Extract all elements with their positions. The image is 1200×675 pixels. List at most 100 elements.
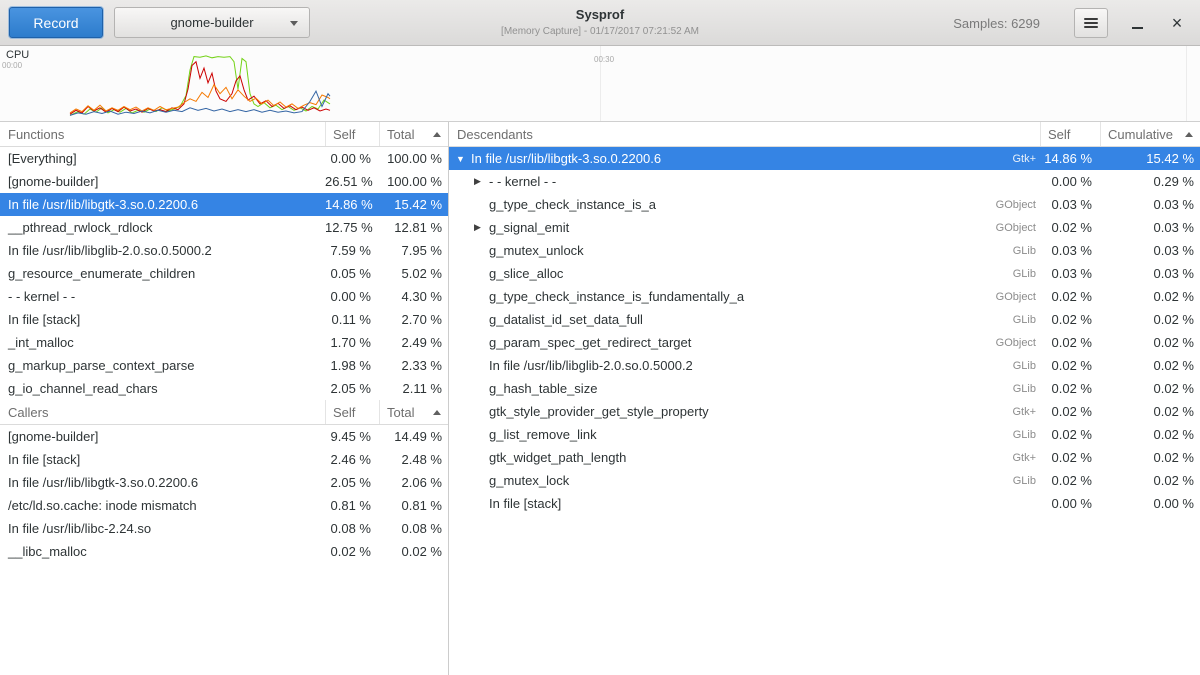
functions-row[interactable]: In file /usr/lib/libgtk-3.so.0.2200.614.… xyxy=(0,193,448,216)
function-name: g_mutex_unlock xyxy=(489,243,966,258)
function-name: - - kernel - - xyxy=(0,289,325,304)
expand-icon[interactable]: ▶ xyxy=(471,176,489,187)
total-value: 0.02 % xyxy=(379,544,448,559)
expand-icon[interactable]: ▶ xyxy=(471,222,489,233)
descendants-row[interactable]: In file /usr/lib/libglib-2.0.so.0.5000.2… xyxy=(449,354,1200,377)
function-name: g_hash_table_size xyxy=(489,381,966,396)
collapse-icon[interactable]: ▼ xyxy=(453,154,471,164)
callers-row[interactable]: __libc_malloc0.02 %0.02 % xyxy=(0,540,448,563)
functions-row[interactable]: - - kernel - -0.00 %4.30 % xyxy=(0,285,448,308)
self-value: 14.86 % xyxy=(1040,151,1100,166)
timeline-start-label: 00:00 xyxy=(2,61,22,70)
functions-row[interactable]: In file /usr/lib/libglib-2.0.so.0.5000.2… xyxy=(0,239,448,262)
cumulative-value: 0.02 % xyxy=(1100,427,1200,442)
callers-total-label: Total xyxy=(387,405,414,420)
cumulative-value: 0.29 % xyxy=(1100,174,1200,189)
cpu-timeline[interactable]: CPU 00:00 00:30 xyxy=(0,46,1200,122)
descendants-row[interactable]: In file [stack]0.00 %0.00 % xyxy=(449,492,1200,515)
cpu-label: CPU xyxy=(6,49,29,61)
total-value: 100.00 % xyxy=(379,174,448,189)
record-button[interactable]: Record xyxy=(9,7,103,38)
callers-row[interactable]: [gnome-builder]9.45 %14.49 % xyxy=(0,425,448,448)
callers-row[interactable]: In file /usr/lib/libgtk-3.so.0.2200.62.0… xyxy=(0,471,448,494)
callers-table: [gnome-builder]9.45 %14.49 %In file [sta… xyxy=(0,425,448,563)
functions-row[interactable]: __pthread_rwlock_rdlock12.75 %12.81 % xyxy=(0,216,448,239)
close-icon: × xyxy=(1172,14,1183,32)
total-value: 100.00 % xyxy=(379,151,448,166)
library-tag: GLib xyxy=(966,429,1040,441)
functions-row[interactable]: [gnome-builder]26.51 %100.00 % xyxy=(0,170,448,193)
descendants-row[interactable]: g_param_spec_get_redirect_targetGObject0… xyxy=(449,331,1200,354)
descendants-table: ▼In file /usr/lib/libgtk-3.so.0.2200.6Gt… xyxy=(449,147,1200,515)
sort-indicator-icon xyxy=(433,410,441,415)
descendants-self-column-header[interactable]: Self xyxy=(1040,122,1100,146)
process-selector-label: gnome-builder xyxy=(170,15,253,30)
function-name: g_datalist_id_set_data_full xyxy=(489,312,966,327)
callers-row[interactable]: /etc/ld.so.cache: inode mismatch0.81 %0.… xyxy=(0,494,448,517)
callers-row[interactable]: In file /usr/lib/libc-2.24.so0.08 %0.08 … xyxy=(0,517,448,540)
descendants-cumulative-column-header[interactable]: Cumulative xyxy=(1100,122,1200,146)
self-value: 0.02 % xyxy=(1040,358,1100,373)
menu-button[interactable] xyxy=(1074,8,1108,38)
close-button[interactable]: × xyxy=(1162,8,1192,38)
functions-row[interactable]: _int_malloc1.70 %2.49 % xyxy=(0,331,448,354)
callers-column-header[interactable]: Callers xyxy=(0,400,325,424)
samples-count: Samples: 6299 xyxy=(953,0,1040,46)
functions-column-header[interactable]: Functions xyxy=(0,122,325,146)
function-name: __libc_malloc xyxy=(0,544,325,559)
functions-self-column-header[interactable]: Self xyxy=(325,122,379,146)
cpu-red-line xyxy=(70,62,330,114)
functions-row[interactable]: g_resource_enumerate_children0.05 %5.02 … xyxy=(0,262,448,285)
cumulative-value: 0.02 % xyxy=(1100,289,1200,304)
minimize-button[interactable] xyxy=(1122,8,1152,38)
functions-row[interactable]: g_io_channel_read_chars2.05 %2.11 % xyxy=(0,377,448,400)
function-name: In file /usr/lib/libglib-2.0.so.0.5000.2 xyxy=(0,243,325,258)
descendants-row[interactable]: g_type_check_instance_is_fundamentally_a… xyxy=(449,285,1200,308)
self-value: 0.02 % xyxy=(1040,289,1100,304)
callers-self-column-header[interactable]: Self xyxy=(325,400,379,424)
descendants-row[interactable]: ▶- - kernel - -0.00 %0.29 % xyxy=(449,170,1200,193)
descendants-row[interactable]: ▶g_signal_emitGObject0.02 %0.03 % xyxy=(449,216,1200,239)
function-name: __pthread_rwlock_rdlock xyxy=(0,220,325,235)
descendants-row[interactable]: g_mutex_lockGLib0.02 %0.02 % xyxy=(449,469,1200,492)
library-tag: Gtk+ xyxy=(966,153,1040,165)
self-value: 0.00 % xyxy=(1040,496,1100,511)
timeline-gridline xyxy=(1186,46,1187,121)
self-value: 14.86 % xyxy=(325,197,379,212)
function-name: g_io_channel_read_chars xyxy=(0,381,325,396)
function-name: In file /usr/lib/libgtk-3.so.0.2200.6 xyxy=(0,475,325,490)
descendants-column-header[interactable]: Descendants xyxy=(449,122,1040,146)
descendants-row[interactable]: ▼In file /usr/lib/libgtk-3.so.0.2200.6Gt… xyxy=(449,147,1200,170)
library-tag: Gtk+ xyxy=(966,406,1040,418)
functions-row[interactable]: In file [stack]0.11 %2.70 % xyxy=(0,308,448,331)
process-selector-dropdown[interactable]: gnome-builder xyxy=(114,7,310,38)
callers-header: Callers Self Total xyxy=(0,400,448,425)
function-name: [Everything] xyxy=(0,151,325,166)
self-value: 0.02 % xyxy=(1040,312,1100,327)
self-value: 12.75 % xyxy=(325,220,379,235)
functions-row[interactable]: [Everything]0.00 %100.00 % xyxy=(0,147,448,170)
descendants-row[interactable]: g_type_check_instance_is_aGObject0.03 %0… xyxy=(449,193,1200,216)
functions-row[interactable]: g_markup_parse_context_parse1.98 %2.33 % xyxy=(0,354,448,377)
callers-total-column-header[interactable]: Total xyxy=(379,400,448,424)
descendants-row[interactable]: gtk_widget_path_lengthGtk+0.02 %0.02 % xyxy=(449,446,1200,469)
functions-total-column-header[interactable]: Total xyxy=(379,122,448,146)
descendants-row[interactable]: g_hash_table_sizeGLib0.02 %0.02 % xyxy=(449,377,1200,400)
self-value: 0.03 % xyxy=(1040,243,1100,258)
descendants-row[interactable]: g_list_remove_linkGLib0.02 %0.02 % xyxy=(449,423,1200,446)
self-value: 0.02 % xyxy=(325,544,379,559)
chevron-down-icon xyxy=(290,21,298,26)
descendants-row[interactable]: gtk_style_provider_get_style_propertyGtk… xyxy=(449,400,1200,423)
cumulative-value: 0.02 % xyxy=(1100,404,1200,419)
descendants-row[interactable]: g_mutex_unlockGLib0.03 %0.03 % xyxy=(449,239,1200,262)
self-value: 0.02 % xyxy=(1040,450,1100,465)
total-value: 2.49 % xyxy=(379,335,448,350)
descendants-row[interactable]: g_slice_allocGLib0.03 %0.03 % xyxy=(449,262,1200,285)
self-value: 0.03 % xyxy=(1040,266,1100,281)
self-value: 0.02 % xyxy=(1040,220,1100,235)
function-name: In file [stack] xyxy=(489,496,966,511)
callers-row[interactable]: In file [stack]2.46 %2.48 % xyxy=(0,448,448,471)
descendants-row[interactable]: g_datalist_id_set_data_fullGLib0.02 %0.0… xyxy=(449,308,1200,331)
self-value: 9.45 % xyxy=(325,429,379,444)
descendants-cumulative-label: Cumulative xyxy=(1108,127,1173,142)
